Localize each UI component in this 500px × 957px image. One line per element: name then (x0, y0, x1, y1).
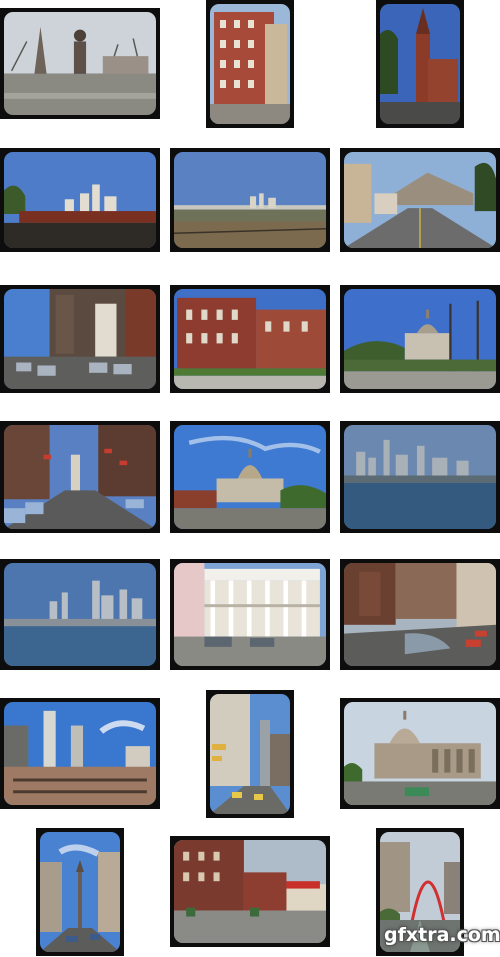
slide-3[interactable] (376, 0, 464, 128)
slide-18[interactable] (340, 698, 500, 809)
slide-15[interactable] (340, 559, 500, 670)
slide-5[interactable] (170, 148, 330, 252)
slide-14[interactable] (170, 559, 330, 670)
slide-3-photo (380, 4, 460, 124)
slide-8-photo (174, 289, 326, 389)
slide-2-photo (210, 4, 290, 124)
slide-17[interactable] (206, 690, 294, 818)
slide-1-photo (4, 12, 156, 115)
slide-5-photo (174, 152, 326, 248)
slide-19-photo (40, 832, 120, 952)
slide-11[interactable] (170, 421, 330, 533)
slide-20[interactable] (170, 836, 330, 947)
slide-19[interactable] (36, 828, 124, 956)
slide-4-photo (4, 152, 156, 248)
slide-12-photo (344, 425, 496, 529)
slide-11-photo (174, 425, 326, 529)
slide-7[interactable] (0, 285, 160, 393)
slide-13-photo (4, 563, 156, 666)
slide-13[interactable] (0, 559, 160, 670)
slide-10-photo (4, 425, 156, 529)
slide-16-photo (4, 702, 156, 805)
watermark-text: gfxtra.com (384, 924, 500, 946)
slide-20-photo (174, 840, 326, 943)
slide-4[interactable] (0, 148, 160, 252)
slide-8[interactable] (170, 285, 330, 393)
slide-6-photo (344, 152, 496, 248)
slide-6[interactable] (340, 148, 500, 252)
slide-17-photo (210, 694, 290, 814)
slide-12[interactable] (340, 421, 500, 533)
slide-9[interactable] (340, 285, 500, 393)
slide-1[interactable] (0, 8, 160, 119)
slide-10[interactable] (0, 421, 160, 533)
slide-2[interactable] (206, 0, 294, 128)
slide-16[interactable] (0, 698, 160, 809)
slide-18-photo (344, 702, 496, 805)
slide-15-photo (344, 563, 496, 666)
slide-14-photo (174, 563, 326, 666)
slide-9-photo (344, 289, 496, 389)
slide-7-photo (4, 289, 156, 389)
